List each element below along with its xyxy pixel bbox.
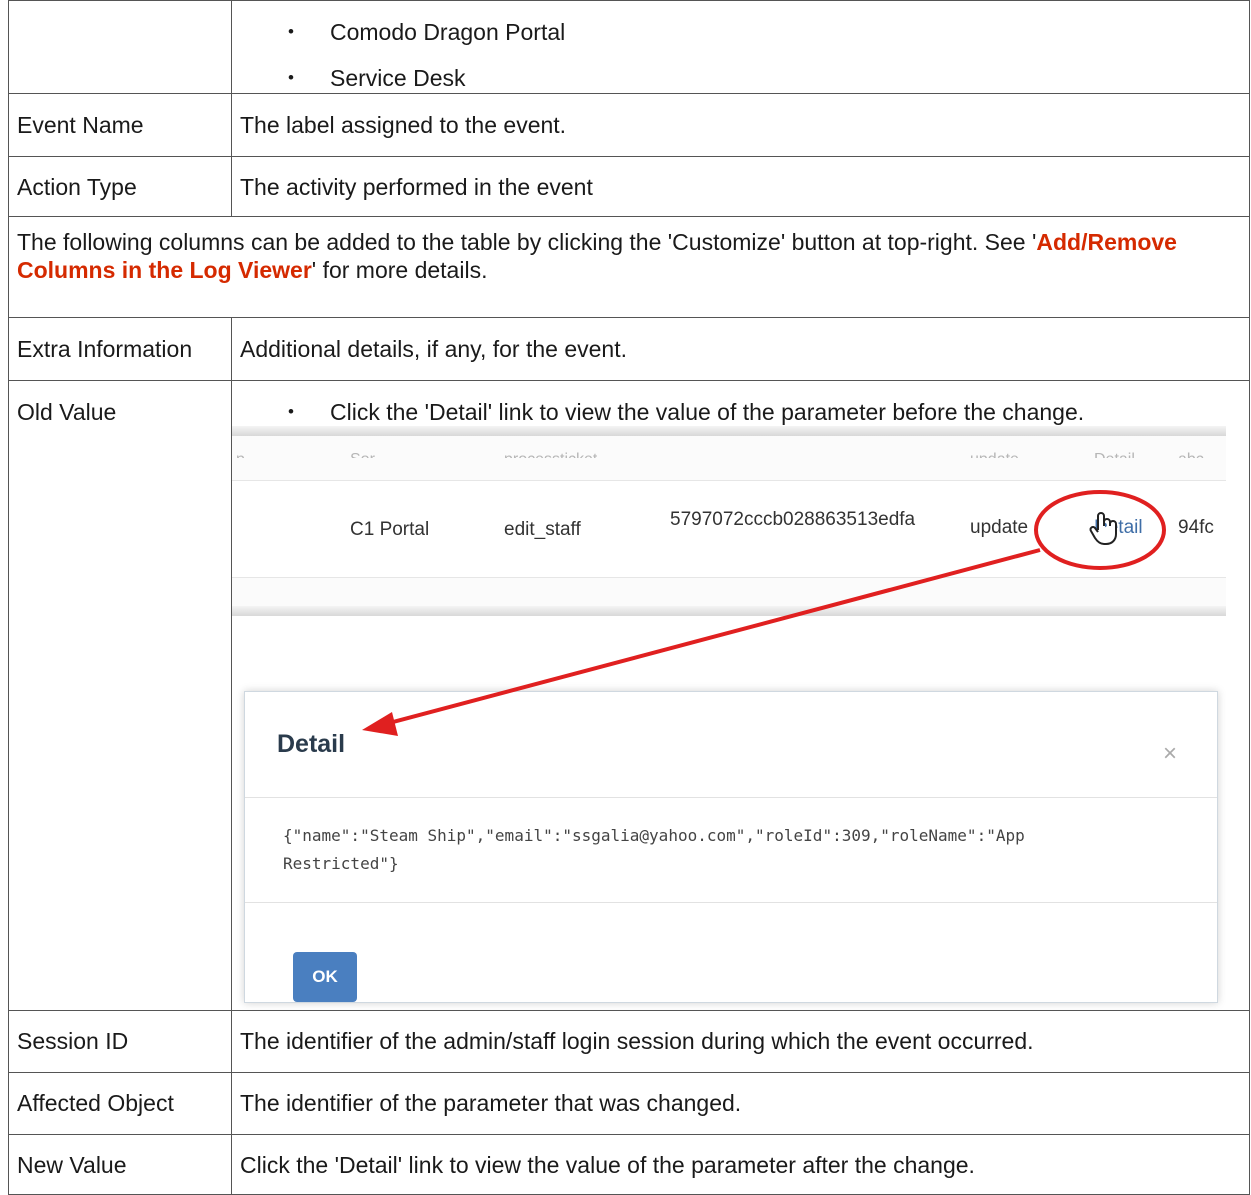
label-cell <box>8 0 232 94</box>
portal-list: Comodo Dragon Portal Service Desk <box>240 18 1241 92</box>
note-cell: The following columns can be added to th… <box>8 216 1250 318</box>
table-row: The following columns can be added to th… <box>8 216 1250 318</box>
callout-circle <box>1034 490 1166 570</box>
row-description: The activity performed in the event <box>231 156 1250 217</box>
callout-arrowhead <box>362 712 398 736</box>
row-label: Extra Information <box>8 317 232 381</box>
callout-overlay <box>362 490 1166 736</box>
row-label: Event Name <box>8 93 232 157</box>
list-item: Service Desk <box>240 64 1241 92</box>
table-row: Event Name The label assigned to the eve… <box>8 93 1250 157</box>
note-text: The following columns can be added to th… <box>17 229 1037 255</box>
table-row: New Value Click the 'Detail' link to vie… <box>8 1134 1250 1195</box>
log-viewer-screenshot: p Sor processticket update Detail abc C1… <box>232 426 1226 1010</box>
row-description: Additional details, if any, for the even… <box>231 317 1250 381</box>
row-label: Action Type <box>8 156 232 217</box>
list-item: Click the 'Detail' link to view the valu… <box>240 398 1241 426</box>
note-text-end: ' for more details. <box>311 257 488 283</box>
row-label: Session ID <box>8 1010 232 1073</box>
list-item: Comodo Dragon Portal <box>240 18 1241 46</box>
table-row: Affected Object The identifier of the pa… <box>8 1072 1250 1135</box>
table-row: Action Type The activity performed in th… <box>8 156 1250 217</box>
table-row: Session ID The identifier of the admin/s… <box>8 1010 1250 1073</box>
callout-arrow-line <box>377 548 1041 728</box>
table-row: Old Value Click the 'Detail' link to vie… <box>8 380 1250 1011</box>
row-description: Click the 'Detail' link to view the valu… <box>231 1134 1250 1195</box>
row-description: The label assigned to the event. <box>231 93 1250 157</box>
row-label: Affected Object <box>8 1072 232 1135</box>
table-row: Comodo Dragon Portal Service Desk <box>8 0 1250 94</box>
row-description: The identifier of the admin/staff login … <box>231 1010 1250 1073</box>
row-label: New Value <box>8 1134 232 1195</box>
hand-cursor-icon <box>1089 512 1117 545</box>
desc-cell: Comodo Dragon Portal Service Desk <box>231 0 1250 94</box>
row-description: The identifier of the parameter that was… <box>231 1072 1250 1135</box>
table-row: Extra Information Additional details, if… <box>8 317 1250 381</box>
bullet-list: Click the 'Detail' link to view the valu… <box>240 398 1241 426</box>
log-columns-table: Comodo Dragon Portal Service Desk Event … <box>8 0 1250 1195</box>
desc-cell: Click the 'Detail' link to view the valu… <box>231 380 1250 1011</box>
row-label: Old Value <box>8 380 232 1011</box>
